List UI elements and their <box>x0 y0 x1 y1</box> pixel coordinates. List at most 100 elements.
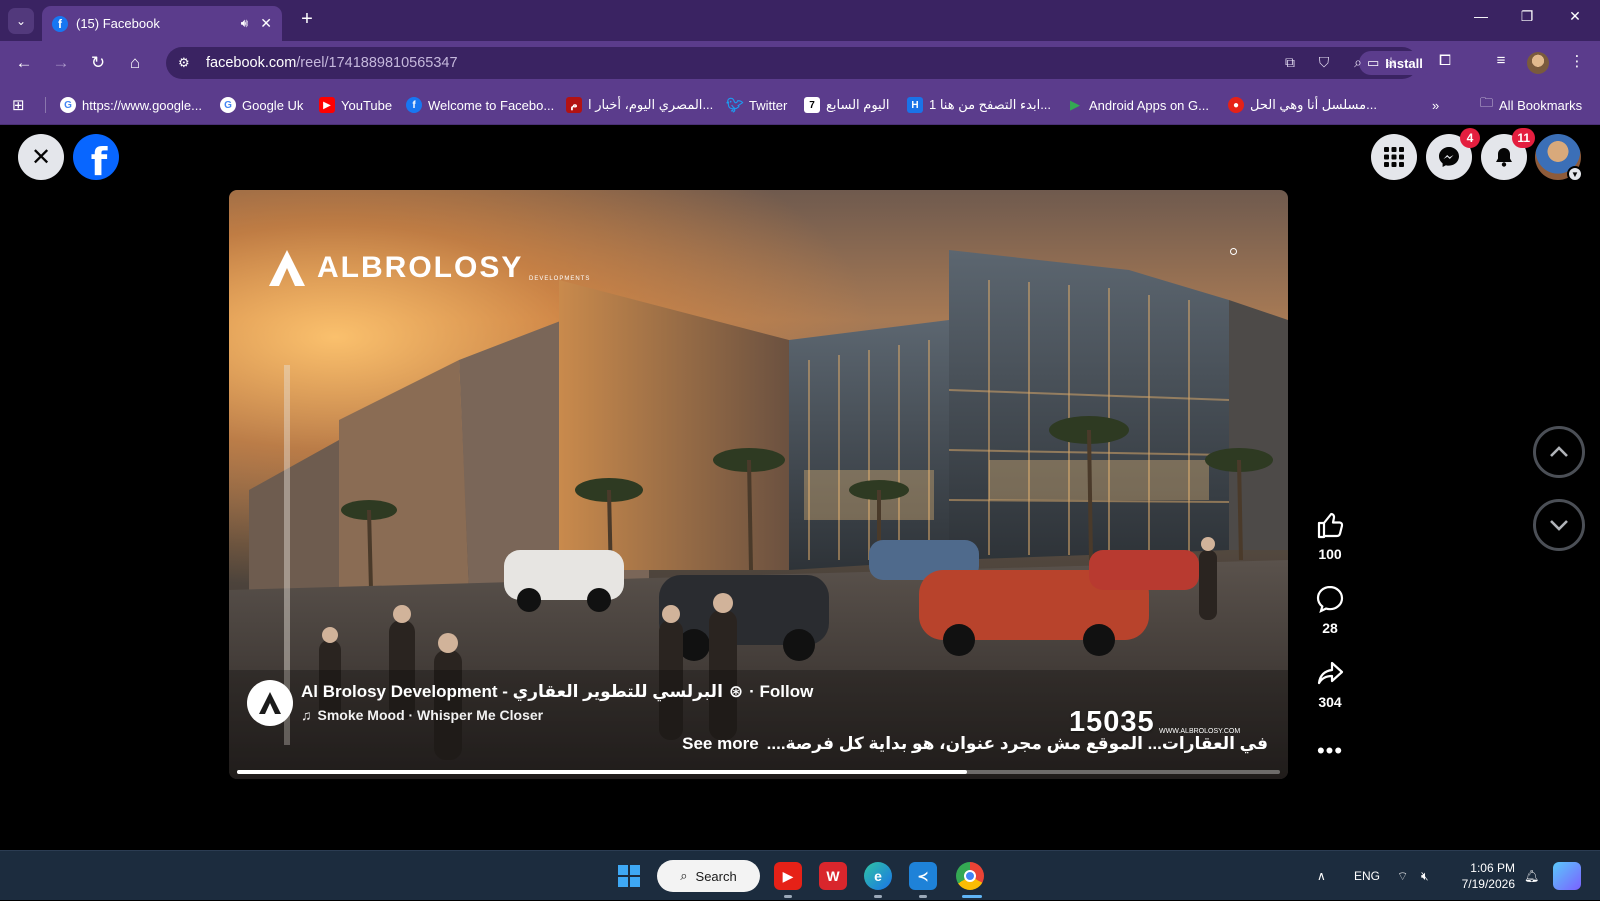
wifi-icon[interactable]: ⌔ <box>1397 851 1408 901</box>
albrolosy-logo-icon <box>259 692 281 714</box>
taskbar-chrome[interactable] <box>956 862 984 890</box>
extensions-icon[interactable]: ⧠ <box>1434 52 1456 74</box>
video-indicator-dot <box>1230 248 1237 255</box>
tray-overflow-chevron-icon[interactable]: ∧ <box>1317 851 1326 901</box>
profile-avatar-icon[interactable] <box>1527 52 1549 74</box>
shield-icon[interactable]: ⛉ <box>1314 54 1334 74</box>
taskbar-youtube[interactable]: ▶ <box>774 862 802 890</box>
reload-button[interactable]: ↻ <box>86 51 110 75</box>
site-info-icon[interactable]: ⚙︎ <box>178 55 196 71</box>
bookmark-google[interactable]: Ghttps://www.google... <box>60 95 202 115</box>
facebook-reel-page: ✕ f 4 11 ▼ ALBROLOSY DEVELOPMENTS Al Bro… <box>0 126 1600 850</box>
start-button[interactable] <box>615 862 643 890</box>
google-icon: G <box>60 97 76 113</box>
menu-grid-button[interactable] <box>1371 134 1417 180</box>
back-button[interactable]: ← <box>12 51 36 75</box>
home-button[interactable]: ⌂ <box>123 51 147 75</box>
bookmark-star-icon[interactable]: ☆ <box>1381 54 1401 74</box>
bookmark-youtube[interactable]: ▶ YouTube <box>319 95 392 115</box>
reel-video[interactable]: ALBROLOSY DEVELOPMENTS Al Brolosy Develo… <box>229 190 1288 779</box>
thumbs-up-icon <box>1317 512 1344 539</box>
speaker-icon[interactable]: 🔊︎ <box>241 16 249 31</box>
menu-kebab-icon[interactable]: ⋮ <box>1566 52 1588 74</box>
bookmark-youm7[interactable]: 7 اليوم السابع <box>804 95 890 115</box>
bookmark-facebook[interactable]: f Welcome to Facebo... <box>406 95 554 115</box>
previous-reel-button[interactable] <box>1533 426 1585 478</box>
see-more-link[interactable]: See more <box>682 734 759 754</box>
address-bar[interactable]: ⚙︎ facebook.com/reel/1741889810565347 ▭ … <box>166 47 1433 79</box>
bell-icon <box>1496 148 1512 167</box>
music-note-icon: ♫ <box>301 707 312 723</box>
messenger-badge: 4 <box>1460 128 1480 148</box>
page-name-link[interactable]: Al Brolosy Development - البرلسي للتطوير… <box>301 682 723 702</box>
widgets-icon[interactable] <box>1553 862 1581 890</box>
translate-icon[interactable]: ⧉ <box>1280 54 1300 74</box>
google-icon: G <box>220 97 236 113</box>
red-icon: ● <box>1228 97 1244 113</box>
reel-author-info: Al Brolosy Development - البرلسي للتطوير… <box>247 680 813 726</box>
close-icon: ✕ <box>30 143 52 171</box>
share-count: 304 <box>1318 694 1342 710</box>
zoom-icon[interactable]: ⌕ <box>1348 54 1368 74</box>
notifications-button[interactable]: 11 <box>1481 128 1535 180</box>
forward-button[interactable]: → <box>49 51 73 75</box>
masry-icon: م <box>566 97 582 113</box>
brand-logo: ALBROLOSY DEVELOPMENTS <box>267 248 589 288</box>
chevron-down-icon: ⌄ <box>15 14 27 28</box>
language-indicator[interactable]: ENG <box>1354 851 1380 901</box>
chevron-down-icon: ▼ <box>1567 166 1583 182</box>
follow-button[interactable]: · Follow <box>749 682 813 702</box>
more-options-button[interactable]: ••• <box>1308 738 1352 764</box>
tab-search-button[interactable]: ⌄ <box>8 8 34 34</box>
chevron-up-icon <box>1550 446 1568 457</box>
share-button[interactable]: 304 <box>1308 658 1352 710</box>
taskbar-wps-office[interactable]: W <box>819 862 847 890</box>
close-window-button[interactable]: ✕ <box>1560 8 1590 25</box>
account-avatar[interactable]: ▼ <box>1535 134 1583 182</box>
audio-track-link[interactable]: Smoke Mood · Whisper Me Closer <box>318 707 544 723</box>
messenger-button[interactable]: 4 <box>1426 128 1480 180</box>
close-reel-button[interactable]: ✕ <box>18 134 64 180</box>
notification-bell-icon[interactable]: 🔔︎ <box>1524 851 1539 901</box>
media-controls-icon[interactable]: ≡ <box>1490 52 1512 74</box>
taskbar-clock[interactable]: 1:06 PM 7/19/2026 <box>1455 860 1515 892</box>
more-bookmarks-chevron-icon[interactable]: » <box>1432 95 1439 115</box>
tab-strip: ⌄ f (15) Facebook 🔊︎ ✕ + — ❐ ✕ <box>0 0 1600 41</box>
wps-icon: W <box>826 868 840 884</box>
comment-button[interactable]: 28 <box>1308 584 1352 636</box>
tab-facebook[interactable]: f (15) Facebook 🔊︎ ✕ <box>42 6 282 41</box>
restore-button[interactable]: ❐ <box>1512 8 1542 25</box>
browser-toolbar: ← → ↻ ⌂ ⚙︎ facebook.com/reel/17418898105… <box>0 41 1600 84</box>
facebook-logo[interactable]: f <box>73 134 119 180</box>
new-tab-button[interactable]: + <box>296 9 318 31</box>
page-avatar[interactable] <box>247 680 293 726</box>
taskbar-vscode[interactable]: ≺ <box>909 862 937 890</box>
minimize-button[interactable]: — <box>1466 8 1496 24</box>
bookmark-android-apps[interactable]: ▶ Android Apps on G... <box>1067 95 1209 115</box>
reel-caption: See more في العقارات... الموقع مش مجرد ع… <box>682 734 1268 754</box>
url-text[interactable]: facebook.com/reel/1741889810565347 <box>206 55 458 71</box>
edge-icon: e <box>874 868 882 884</box>
bookmark-almasry[interactable]: م المصري اليوم، أخبار ا... <box>566 95 713 115</box>
taskbar-search[interactable]: ⌕ Search <box>657 860 760 892</box>
bookmark-twitter[interactable]: 🐦︎ Twitter <box>726 95 787 115</box>
volume-muted-icon[interactable]: 🔇︎ <box>1421 851 1429 901</box>
next-reel-button[interactable] <box>1533 499 1585 551</box>
bookmark-series[interactable]: ● مسلسل أنا وهي الحل... <box>1228 95 1377 115</box>
youtube-icon: ▶ <box>319 97 335 113</box>
active-indicator <box>962 895 982 898</box>
bookmark-start-browsing[interactable]: H ابدء التصفح من هنا 1... <box>907 95 1051 115</box>
like-button[interactable]: 100 <box>1308 510 1352 562</box>
like-count: 100 <box>1318 546 1342 562</box>
install-monitor-icon: ▭ <box>1367 55 1380 70</box>
apps-grid-icon[interactable]: ⊞ <box>12 95 25 115</box>
all-bookmarks-button[interactable]: 🗀︎ All Bookmarks <box>1480 95 1582 115</box>
comment-bubble-icon <box>1316 585 1344 614</box>
facebook-favicon-icon: f <box>52 15 68 32</box>
bookmark-google-uk[interactable]: G Google Uk <box>220 95 303 115</box>
running-indicator <box>919 895 927 898</box>
taskbar-edge[interactable]: e <box>864 862 892 890</box>
twitter-icon: 🐦︎ <box>726 96 744 113</box>
close-tab-icon[interactable]: ✕ <box>260 15 272 32</box>
video-progress-bar[interactable] <box>237 770 1280 774</box>
